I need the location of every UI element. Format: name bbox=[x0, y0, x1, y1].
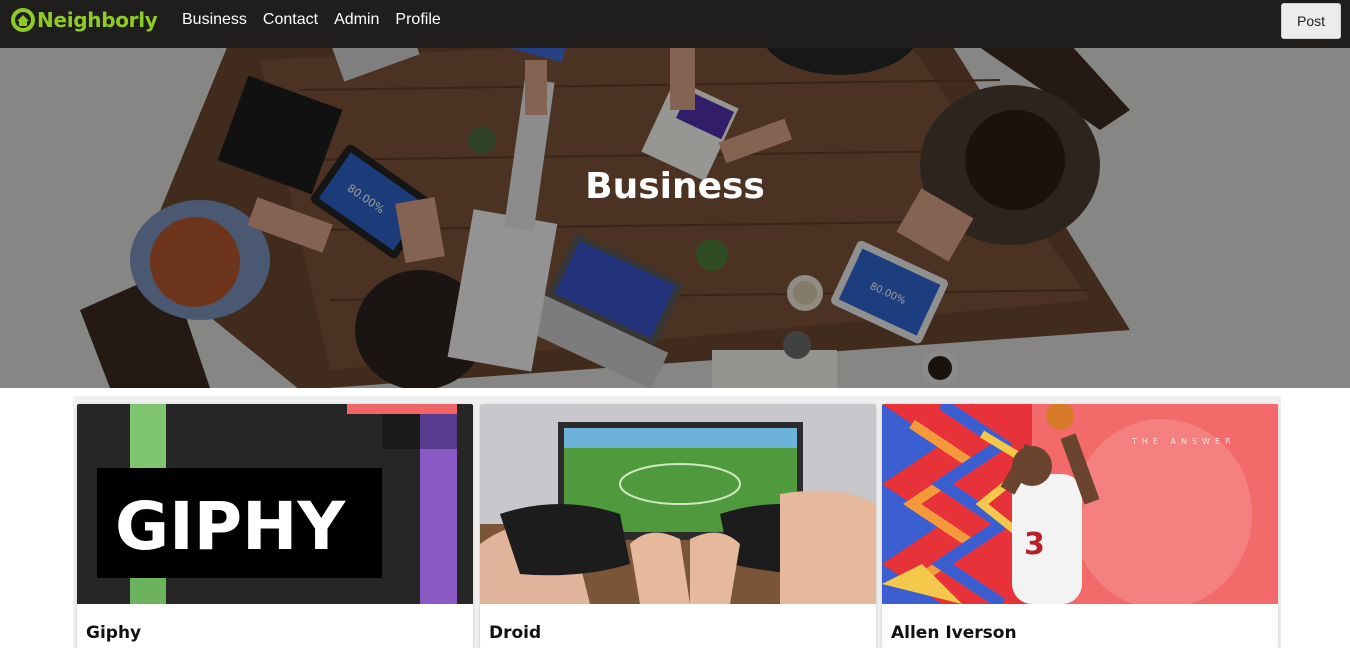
card-title-droid: Droid bbox=[489, 623, 542, 643]
post-button[interactable]: Post bbox=[1281, 3, 1341, 39]
card-image-allen-iverson: 3 THE ANSWER bbox=[882, 404, 1278, 604]
neighborly-logo-icon bbox=[11, 8, 35, 32]
navbar: Neighborly Business Contact Admin Profil… bbox=[0, 0, 1350, 48]
game-controllers-image bbox=[480, 404, 876, 604]
brand-logo[interactable]: Neighborly bbox=[10, 5, 158, 35]
giphy-logo-image: GIPHY bbox=[77, 404, 473, 604]
business-card-droid[interactable]: Droid bbox=[480, 404, 876, 648]
nav-links: Business Contact Admin Profile bbox=[182, 10, 457, 30]
card-image-giphy: GIPHY bbox=[77, 404, 473, 604]
business-card-giphy[interactable]: GIPHY Giphy bbox=[77, 404, 473, 648]
nav-link-business[interactable]: Business bbox=[182, 10, 247, 30]
nav-link-contact[interactable]: Contact bbox=[263, 10, 318, 30]
nav-link-admin[interactable]: Admin bbox=[334, 10, 379, 30]
hero-banner: 80.00% 80.00% Business bbox=[0, 0, 1350, 388]
giphy-image-text: GIPHY bbox=[115, 488, 346, 565]
card-title-allen-iverson: Allen Iverson bbox=[891, 623, 1017, 643]
nav-link-profile[interactable]: Profile bbox=[395, 10, 440, 30]
business-card-allen-iverson[interactable]: 3 THE ANSWER Allen Iverson bbox=[882, 404, 1278, 648]
page-title: Business bbox=[585, 166, 765, 207]
brand-name: Neighborly bbox=[37, 8, 158, 32]
basketball-player-image: 3 THE ANSWER bbox=[882, 404, 1278, 604]
card-title-giphy: Giphy bbox=[86, 623, 142, 643]
card-image-droid bbox=[480, 404, 876, 604]
jersey-number: 3 bbox=[1024, 527, 1045, 562]
the-answer-text: THE ANSWER bbox=[1131, 437, 1236, 446]
